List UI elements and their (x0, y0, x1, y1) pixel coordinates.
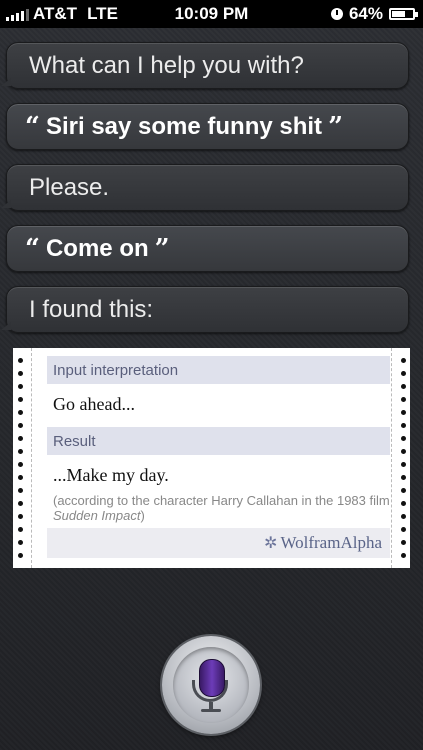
perforation-hole (18, 527, 23, 532)
wolfram-star-icon: ✲ (264, 535, 278, 552)
perforation-hole (401, 514, 406, 519)
left-perforation (13, 348, 27, 568)
left-tear-line (31, 348, 32, 568)
perforation-hole (401, 423, 406, 428)
perforation-hole (18, 462, 23, 467)
siri-prompt-text: What can I help you with? (29, 51, 304, 79)
perforation-hole (18, 410, 23, 415)
input-interpretation-header: Input interpretation (47, 356, 390, 384)
perforation-hole (401, 462, 406, 467)
perforation-hole (18, 449, 23, 454)
perforation-hole (401, 436, 406, 441)
perforation-hole (401, 384, 406, 389)
wolfram-result-card[interactable]: Input interpretation Go ahead... Result … (13, 348, 410, 568)
perforation-hole (18, 371, 23, 376)
perforation-hole (18, 501, 23, 506)
status-right: 64% (330, 4, 418, 24)
siri-bubble-reply-2: I found this: (1, 286, 409, 333)
clock-icon (330, 8, 343, 20)
perforation-hole (18, 553, 23, 558)
perforation-hole (401, 449, 406, 454)
note-film: Sudden Impact (53, 508, 141, 523)
perforation-hole (18, 514, 23, 519)
perforation-hole (401, 475, 406, 480)
battery-icon (389, 8, 418, 20)
status-bar: AT&T LTE 10:09 PM 64% (0, 0, 423, 28)
perforation-hole (401, 553, 406, 558)
battery-percent: 64% (348, 4, 383, 23)
wolfram-logo[interactable]: ✲ WolframAlpha (264, 533, 382, 553)
perforation-hole (18, 358, 23, 363)
result-value: ...Make my day. (53, 465, 169, 485)
perforation-hole (18, 436, 23, 441)
perforation-hole (18, 488, 23, 493)
perforation-hole (401, 488, 406, 493)
close-quote-icon: ” (328, 111, 344, 142)
user-bubble-request-1[interactable]: “ Siri say some funny shit ” (6, 103, 409, 150)
siri-bubble-prompt: What can I help you with? (1, 42, 409, 89)
perforation-hole (18, 397, 23, 402)
wolfram-logo-bar[interactable]: ✲ WolframAlpha (47, 528, 390, 558)
user-bubble-request-2[interactable]: “ Come on ” (6, 225, 409, 272)
perforation-hole (401, 371, 406, 376)
microphone-button[interactable] (162, 636, 260, 734)
close-quote-icon: ” (154, 233, 170, 264)
note-prefix: (according to the character Harry Callah… (53, 493, 390, 508)
perforation-hole (401, 397, 406, 402)
user-request-2-text: Come on (45, 234, 149, 262)
perforation-hole (18, 384, 23, 389)
result-header: Result (47, 427, 390, 455)
perforation-hole (401, 540, 406, 545)
perforation-hole (401, 358, 406, 363)
note-suffix: ) (140, 508, 145, 523)
perforation-hole (401, 410, 406, 415)
perforation-hole (401, 527, 406, 532)
perforation-hole (401, 501, 406, 506)
user-request-1-text: Siri say some funny shit (45, 112, 323, 140)
right-perforation (396, 348, 410, 568)
microphone-icon (173, 647, 249, 723)
wolfram-logo-text: WolframAlpha (280, 533, 382, 552)
open-quote-icon: “ (25, 111, 40, 142)
input-interpretation-value: Go ahead... (53, 394, 135, 414)
siri-reply-1-text: Please. (29, 173, 110, 201)
perforation-hole (18, 540, 23, 545)
open-quote-icon: “ (25, 233, 40, 264)
result-note: (according to the character Harry Callah… (53, 493, 393, 523)
siri-reply-2-text: I found this: (29, 295, 154, 323)
siri-bubble-reply-1: Please. (1, 164, 409, 211)
right-tear-line (391, 348, 392, 568)
perforation-hole (18, 423, 23, 428)
perforation-hole (18, 475, 23, 480)
